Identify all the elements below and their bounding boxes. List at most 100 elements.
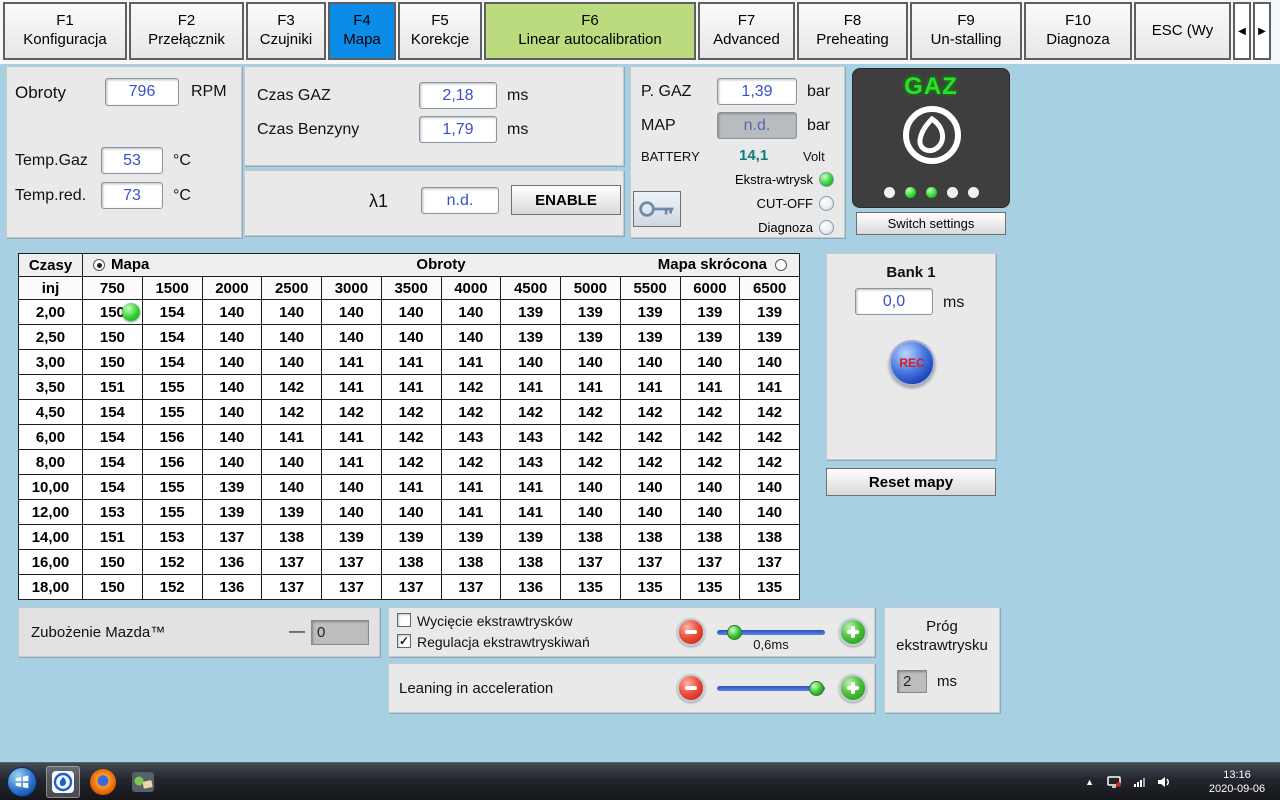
map-cell[interactable]: 154 xyxy=(141,324,203,350)
wyciecie-checkbox[interactable] xyxy=(397,613,411,627)
map-cell[interactable]: 150 xyxy=(82,299,143,325)
map-cell[interactable]: 140 xyxy=(261,474,322,500)
map-cell[interactable]: 155 xyxy=(141,474,203,500)
map-cell[interactable]: 140 xyxy=(739,349,800,375)
map-cell[interactable]: 140 xyxy=(679,499,741,525)
taskbar-clock[interactable]: 13:16 2020-09-06 xyxy=(1200,768,1274,797)
map-cell[interactable]: 139 xyxy=(380,524,442,550)
map-cell[interactable]: 139 xyxy=(619,324,681,350)
taskbar-firefox-icon[interactable] xyxy=(86,766,120,798)
map-cell[interactable]: 140 xyxy=(201,349,263,375)
map-cell[interactable]: 142 xyxy=(261,374,322,400)
rpm-column-header[interactable]: 4000 xyxy=(440,276,502,300)
map-cell[interactable]: 143 xyxy=(440,424,502,450)
map-cell[interactable]: 137 xyxy=(261,574,322,600)
map-cell[interactable]: 154 xyxy=(82,399,143,425)
map-cell[interactable]: 135 xyxy=(619,574,681,600)
map-cell[interactable]: 138 xyxy=(739,524,800,550)
switch-settings-button[interactable]: Switch settings xyxy=(856,212,1006,235)
tab-f6[interactable]: F6 Linear autocalibration xyxy=(484,2,696,60)
map-cell[interactable]: 138 xyxy=(380,549,442,575)
map-cell[interactable]: 142 xyxy=(619,399,681,425)
tab-f7[interactable]: F7 Advanced xyxy=(698,2,795,60)
map-cell[interactable]: 140 xyxy=(321,324,382,350)
map-cell[interactable]: 140 xyxy=(440,324,502,350)
rpm-column-header[interactable]: 2000 xyxy=(201,276,263,300)
map-cell[interactable]: 142 xyxy=(380,424,442,450)
map-cell[interactable]: 140 xyxy=(261,349,322,375)
map-cell[interactable]: 137 xyxy=(261,549,322,575)
map-cell[interactable]: 152 xyxy=(141,549,203,575)
rpm-column-header[interactable]: 6000 xyxy=(679,276,741,300)
map-cell[interactable]: 138 xyxy=(261,524,322,550)
tab-esc[interactable]: ESC (Wy xyxy=(1134,2,1231,60)
map-cell[interactable]: 141 xyxy=(380,374,442,400)
map-cell[interactable]: 140 xyxy=(380,324,442,350)
map-cell[interactable]: 153 xyxy=(141,524,203,550)
map-cell[interactable]: 142 xyxy=(619,424,681,450)
map-cell[interactable]: 137 xyxy=(321,574,382,600)
map-cell[interactable]: 142 xyxy=(500,399,561,425)
map-cell[interactable]: 141 xyxy=(321,449,382,475)
rpm-column-header[interactable]: 4500 xyxy=(500,276,561,300)
map-cell[interactable]: 135 xyxy=(739,574,800,600)
map-cell[interactable]: 150 xyxy=(82,549,143,575)
map-cell[interactable]: 142 xyxy=(380,399,442,425)
map-cell[interactable]: 138 xyxy=(500,549,561,575)
map-cell[interactable]: 139 xyxy=(440,524,502,550)
map-cell[interactable]: 139 xyxy=(560,324,621,350)
map-cell[interactable]: 142 xyxy=(739,424,800,450)
map-cell[interactable]: 150 xyxy=(82,574,143,600)
map-cell[interactable]: 136 xyxy=(500,574,561,600)
map-cell[interactable]: 140 xyxy=(201,424,263,450)
map-cell[interactable]: 140 xyxy=(261,324,322,350)
map-cell[interactable]: 142 xyxy=(560,424,621,450)
map-cell[interactable]: 140 xyxy=(619,499,681,525)
map-cell[interactable]: 141 xyxy=(380,349,442,375)
map-cell[interactable]: 142 xyxy=(679,399,741,425)
short-map-radio[interactable] xyxy=(775,259,787,271)
map-cell[interactable]: 138 xyxy=(619,524,681,550)
map-cell[interactable]: 140 xyxy=(261,299,322,325)
map-cell[interactable]: 140 xyxy=(440,299,502,325)
map-cell[interactable]: 139 xyxy=(261,499,322,525)
map-cell[interactable]: 141 xyxy=(440,474,502,500)
rpm-column-header[interactable]: 5500 xyxy=(619,276,681,300)
gaz-switch-indicator[interactable]: GAZ xyxy=(852,68,1010,208)
tab-f4[interactable]: F4 Mapa xyxy=(328,2,396,60)
map-cell[interactable]: 140 xyxy=(321,299,382,325)
map-cell[interactable]: 154 xyxy=(82,474,143,500)
map-cell[interactable]: 140 xyxy=(201,399,263,425)
map-cell[interactable]: 140 xyxy=(560,474,621,500)
reset-map-button[interactable]: Reset mapy xyxy=(826,468,996,496)
map-cell[interactable]: 139 xyxy=(739,324,800,350)
leaning-slider-plus-button[interactable] xyxy=(839,674,867,702)
map-cell[interactable]: 140 xyxy=(201,374,263,400)
map-cell[interactable]: 137 xyxy=(679,549,741,575)
tab-f3[interactable]: F3 Czujniki xyxy=(246,2,326,60)
map-cell[interactable]: 140 xyxy=(261,449,322,475)
map-cell[interactable]: 142 xyxy=(739,449,800,475)
leaning-slider-minus-button[interactable] xyxy=(677,674,705,702)
map-cell[interactable]: 142 xyxy=(321,399,382,425)
map-cell[interactable]: 136 xyxy=(201,549,263,575)
map-cell[interactable]: 151 xyxy=(82,524,143,550)
tab-f9[interactable]: F9 Un-stalling xyxy=(910,2,1022,60)
tab-f10[interactable]: F10 Diagnoza xyxy=(1024,2,1132,60)
map-cell[interactable]: 137 xyxy=(560,549,621,575)
map-cell[interactable]: 139 xyxy=(619,299,681,325)
map-cell[interactable]: 141 xyxy=(679,374,741,400)
key-icon[interactable] xyxy=(633,191,681,227)
leaning-slider-track[interactable] xyxy=(717,681,825,696)
map-cell[interactable]: 142 xyxy=(380,449,442,475)
map-cell[interactable]: 156 xyxy=(141,424,203,450)
tab-f1[interactable]: F1 Konfiguracja xyxy=(3,2,127,60)
map-cell[interactable]: 137 xyxy=(380,574,442,600)
map-cell[interactable]: 155 xyxy=(141,499,203,525)
map-cell[interactable]: 142 xyxy=(261,399,322,425)
map-cell[interactable]: 140 xyxy=(380,499,442,525)
map-cell[interactable]: 152 xyxy=(141,574,203,600)
map-cell[interactable]: 141 xyxy=(560,374,621,400)
map-cell[interactable]: 140 xyxy=(739,499,800,525)
map-cell[interactable]: 140 xyxy=(679,474,741,500)
